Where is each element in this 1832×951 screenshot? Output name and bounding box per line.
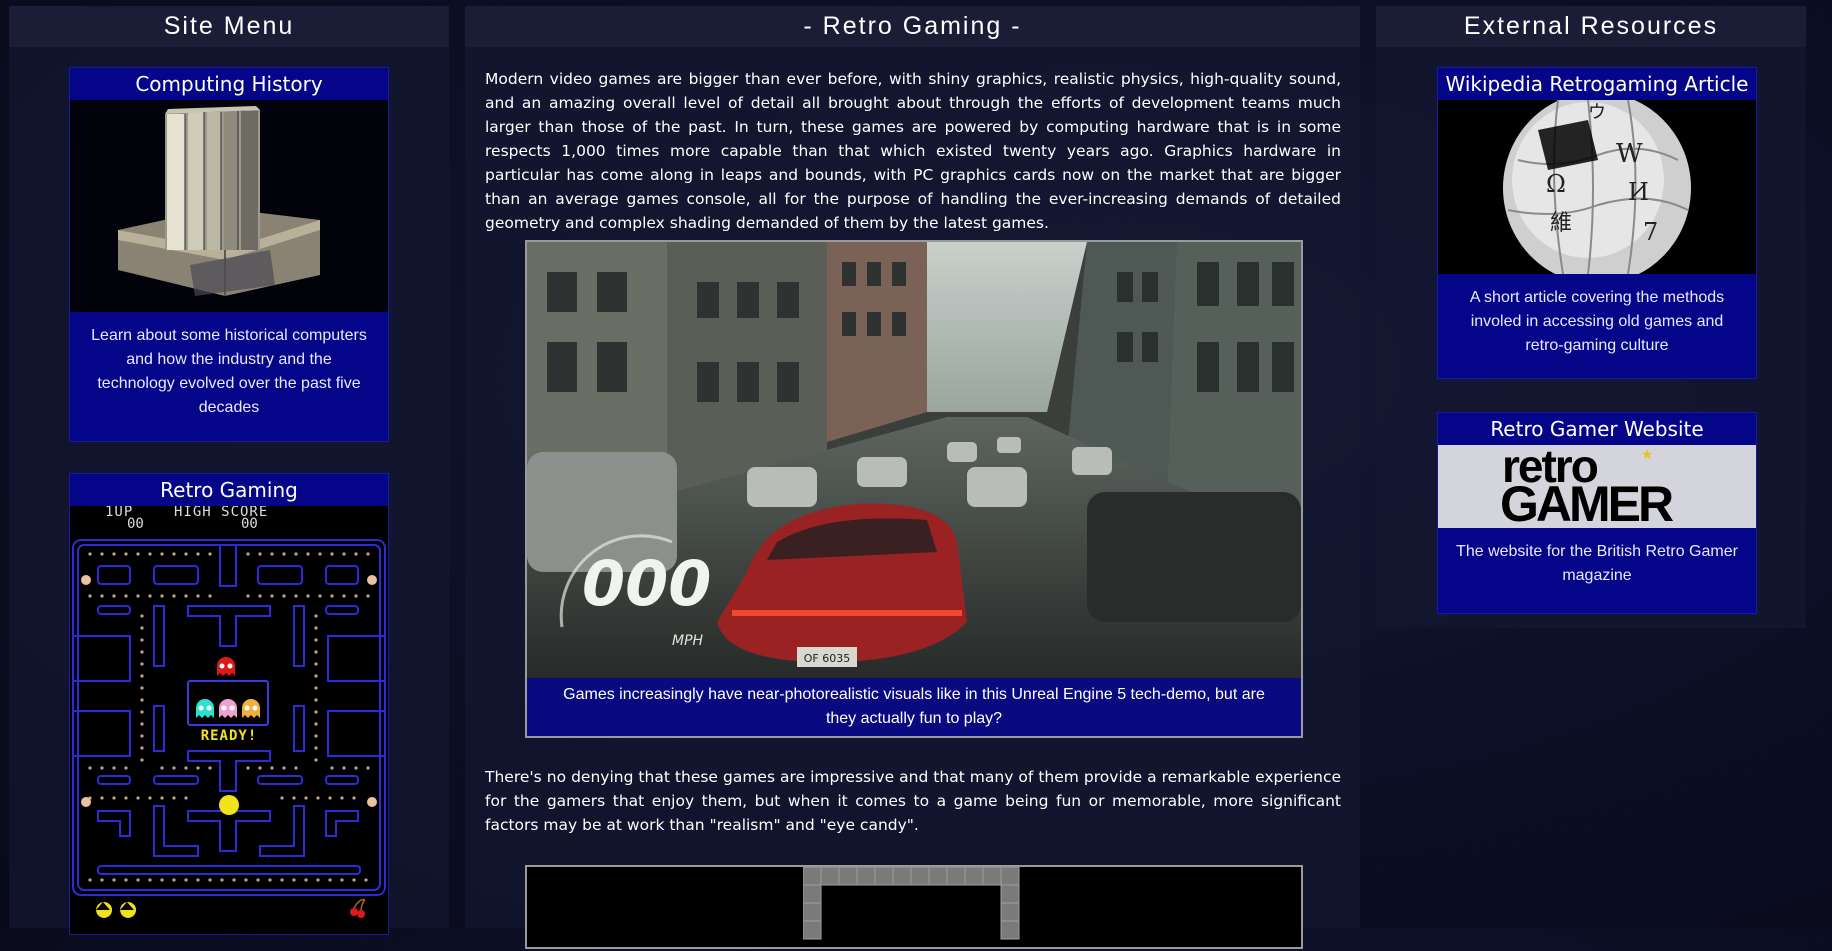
card-title: Wikipedia Retrogaming Article (1445, 72, 1749, 96)
site-menu-title: Site Menu (9, 6, 449, 47)
card-computing-history[interactable]: Computing History Learn about some histo… (69, 67, 389, 442)
ghost-blinky (217, 657, 235, 676)
ghost-inky (196, 699, 214, 718)
tetris-well-image (802, 866, 1023, 947)
card-retro-gamer[interactable]: Retro Gamer Website retro GAMER ★ The we… (1437, 412, 1757, 614)
site-menu-panel: Site Menu Computing History Learn about … (9, 6, 449, 935)
card-description: The website for the British Retro Gamer … (1456, 543, 1738, 584)
speed-readout: 000 (582, 547, 711, 620)
page-title: - Retro Gaming - (465, 6, 1360, 47)
retro-gamer-logo: retro GAMER ★ (1438, 445, 1756, 528)
figure-second (525, 865, 1303, 949)
unreal-engine-street-image: OF 6035 000 MPH (527, 242, 1301, 678)
license-plate: OF 6035 (804, 652, 850, 665)
svg-text:И: И (1628, 178, 1649, 206)
external-resources-title: External Resources (1376, 6, 1806, 47)
pacman-screenshot: 1UP HIGH SCORE 00 00 READY! (70, 506, 388, 934)
svg-text:Ω: Ω (1546, 170, 1566, 198)
card-description: Learn about some historical computers an… (91, 327, 367, 416)
card-retro-gaming[interactable]: Retro Gaming 1UP HIGH SCORE 00 00 READY! (69, 473, 389, 935)
ghost-pinky (219, 699, 237, 718)
card-title: Computing History (135, 72, 323, 96)
cray-computer-image (70, 100, 388, 312)
logo-line-gamer: GAMER (1500, 476, 1674, 528)
svg-text:維: 維 (1550, 211, 1572, 236)
star-icon: ★ (1641, 447, 1654, 463)
svg-text:ウ: ウ (1588, 102, 1606, 123)
figure-caption: Games increasingly have near-photorealis… (563, 686, 1265, 727)
pacman-maze (72, 539, 386, 918)
paragraph-second: There's no denying that these games are … (485, 768, 1341, 834)
card-title: Retro Gaming (160, 478, 298, 502)
ghost-clyde (242, 699, 260, 718)
external-resources-panel: External Resources Wikipedia Retrogaming… (1376, 6, 1806, 628)
svg-text:7: 7 (1643, 218, 1658, 246)
card-wikipedia[interactable]: Wikipedia Retrogaming Article W Ω И 維 7 … (1437, 67, 1757, 379)
ready-text: READY! (200, 728, 258, 744)
svg-text:W: W (1616, 139, 1643, 169)
main-content-panel: - Retro Gaming - Modern video games are … (465, 6, 1360, 949)
paragraph-intro: Modern video games are bigger than ever … (485, 70, 1341, 232)
card-title: Retro Gamer Website (1490, 417, 1704, 441)
speed-unit: MPH (672, 633, 704, 649)
figure-unreal-demo: OF 6035 000 MPH Games increasingly have … (525, 240, 1303, 738)
pacman-character (219, 795, 239, 815)
card-description: A short article covering the methods inv… (1469, 289, 1725, 354)
wikipedia-globe-image: W Ω И 維 7 ウ (1438, 100, 1756, 274)
